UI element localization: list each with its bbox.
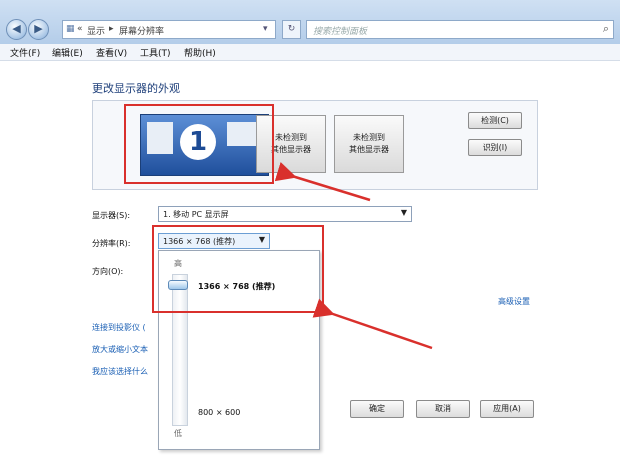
arrow-to-monitor <box>274 162 371 202</box>
annotation-arrows <box>274 162 433 350</box>
arrow-to-resolution <box>312 298 433 350</box>
